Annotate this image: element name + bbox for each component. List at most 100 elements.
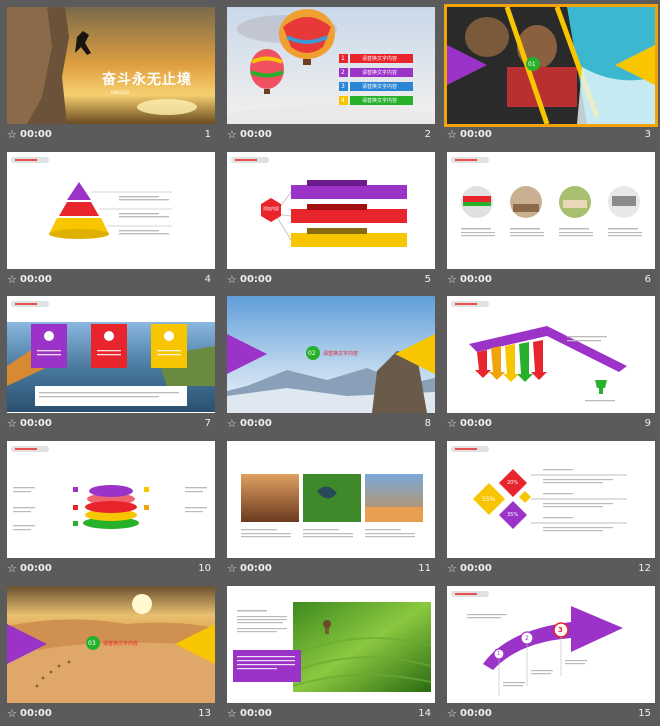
item-number: 1	[341, 55, 345, 62]
slide-preview[interactable]: 奋斗永无止境 ENDLESS	[7, 7, 215, 124]
star-icon[interactable]: ☆	[7, 561, 17, 577]
percent-label: 35%	[507, 512, 519, 518]
slide-thumbnail-12[interactable]: 20% 55% 35% ☆ 00:00 12	[447, 441, 655, 578]
percent-label: 55%	[482, 496, 496, 503]
slide-timing: 00:00	[460, 274, 492, 285]
slide-sorter-view: { "slides": [ {"number": "1", "time": "0…	[0, 0, 660, 726]
slide-preview[interactable]: 1 请替换文字内容 2 请替换文字内容 3 请替换文字内容 4 请替换文字内容	[227, 7, 435, 124]
slide-thumbnail-11[interactable]: ☆ 00:00 11	[227, 441, 435, 578]
hub-diagram	[261, 180, 407, 247]
slide-preview[interactable]: 02 请替换文字内容	[227, 296, 435, 413]
slide-thumbnail-14[interactable]: ☆ 00:00 14	[227, 586, 435, 723]
item-number: 2	[341, 69, 345, 76]
slide-preview[interactable]: 添加内容	[227, 152, 435, 269]
slide-timing: 00:00	[240, 129, 272, 140]
star-icon[interactable]: ☆	[7, 416, 17, 432]
slide-info-bar: ☆ 00:00 3	[447, 127, 655, 143]
slide-info-bar: ☆ 00:00 1	[7, 127, 215, 143]
slide-info-bar: ☆ 00:00 10	[7, 561, 215, 577]
slide-preview[interactable]: 03 请替换文字内容	[7, 586, 215, 703]
slide-info-bar: ☆ 00:00 7	[7, 416, 215, 432]
slide-thumbnail-6[interactable]: ☆ 00:00 6	[447, 152, 655, 289]
slide-timing: 00:00	[240, 274, 272, 285]
star-icon[interactable]: ☆	[227, 416, 237, 432]
step-number: 1	[497, 651, 501, 657]
section-title: 请替换文字内容	[323, 351, 359, 357]
slide-timing: 00:00	[240, 563, 272, 574]
slide-info-bar: ☆ 00:00 11	[227, 561, 435, 577]
slide-preview[interactable]: 01	[444, 4, 658, 127]
slide-number: 7	[204, 418, 211, 429]
slide-info-bar: ☆ 00:00 2	[227, 127, 435, 143]
slide-preview[interactable]: 20% 55% 35%	[447, 441, 655, 558]
star-icon[interactable]: ☆	[447, 272, 457, 288]
slide-number: 13	[198, 708, 211, 719]
step-number: 3	[558, 626, 563, 634]
slide-info-bar: ☆ 00:00 12	[447, 561, 655, 577]
slide-preview[interactable]	[227, 586, 435, 703]
slide-info-bar: ☆ 00:00 14	[227, 706, 435, 722]
slide-timing: 00:00	[20, 708, 52, 719]
star-icon[interactable]: ☆	[227, 706, 237, 722]
slide-number: 3	[644, 129, 651, 140]
star-icon[interactable]: ☆	[447, 561, 457, 577]
growth-arrow-diagram	[467, 606, 623, 696]
item-number: 4	[341, 97, 345, 104]
item-label: 请替换文字内容	[362, 98, 398, 104]
star-icon[interactable]: ☆	[7, 272, 17, 288]
hub-label: 添加内容	[263, 206, 279, 211]
balloons-image	[227, 7, 435, 124]
slide-thumbnail-5[interactable]: 添加内容 ☆ 00:00 5	[227, 152, 435, 289]
star-icon[interactable]: ☆	[7, 706, 17, 722]
star-icon[interactable]: ☆	[227, 561, 237, 577]
slide-preview[interactable]	[447, 296, 655, 413]
star-icon[interactable]: ☆	[7, 127, 17, 143]
step-number: 2	[525, 635, 529, 642]
slide-info-bar: ☆ 00:00 4	[7, 272, 215, 288]
three-photos-grid	[241, 474, 423, 538]
slide-info-bar: ☆ 00:00 9	[447, 416, 655, 432]
slide-timing: 00:00	[20, 129, 52, 140]
stacked-discs-diagram	[13, 485, 207, 531]
slide-preview[interactable]: 1 2 3	[447, 586, 655, 703]
slide-thumbnail-1[interactable]: 奋斗永无止境 ENDLESS ☆ 00:00 1	[7, 7, 215, 144]
slide-preview[interactable]	[227, 441, 435, 558]
slide-thumbnail-2[interactable]: 1 请替换文字内容 2 请替换文字内容 3 请替换文字内容 4 请替换文字内容 …	[227, 7, 435, 144]
slide-thumbnail-9[interactable]: ☆ 00:00 9	[447, 296, 655, 433]
slide-timing: 00:00	[460, 708, 492, 719]
slide-preview[interactable]	[447, 152, 655, 269]
rowing-team-image	[447, 7, 655, 124]
star-icon[interactable]: ☆	[227, 272, 237, 288]
slide-number: 9	[644, 418, 651, 429]
slide-number: 8	[424, 418, 431, 429]
star-icon[interactable]: ☆	[447, 416, 457, 432]
slide-thumbnail-4[interactable]: ☆ 00:00 4	[7, 152, 215, 289]
star-icon[interactable]: ☆	[447, 706, 457, 722]
item-label: 请替换文字内容	[362, 70, 398, 76]
slide-thumbnail-8[interactable]: 02 请替换文字内容 ☆ 00:00 8	[227, 296, 435, 433]
slide-thumbnail-10[interactable]: ☆ 00:00 10	[7, 441, 215, 578]
slide-thumbnail-3[interactable]: 01 ☆ 00:00 3	[444, 4, 658, 144]
slide-number: 5	[424, 274, 431, 285]
slide-number: 15	[638, 708, 651, 719]
slide-timing: 00:00	[20, 418, 52, 429]
section-title: 请替换文字内容	[103, 641, 139, 647]
arrows-diagram	[469, 326, 627, 402]
star-icon[interactable]: ☆	[447, 127, 457, 143]
slide-number: 1	[204, 129, 211, 140]
slide-thumbnail-15[interactable]: 1 2 3 ☆ 00:00 15	[447, 586, 655, 723]
slide-subtitle: ENDLESS	[111, 90, 130, 95]
slide-timing: 00:00	[20, 274, 52, 285]
slide-number: 6	[644, 274, 651, 285]
section-number: 01	[528, 61, 536, 68]
slide-info-bar: ☆ 00:00 5	[227, 272, 435, 288]
slide-preview[interactable]	[7, 152, 215, 269]
slide-thumbnail-7[interactable]: ☆ 00:00 7	[7, 296, 215, 433]
slide-preview[interactable]	[7, 296, 215, 413]
star-icon[interactable]: ☆	[227, 127, 237, 143]
slide-info-bar: ☆ 00:00 13	[7, 706, 215, 722]
slide-timing: 00:00	[460, 563, 492, 574]
slide-thumbnail-13[interactable]: 03 请替换文字内容 ☆ 00:00 13	[7, 586, 215, 723]
slide-preview[interactable]	[7, 441, 215, 558]
slide-number: 4	[204, 274, 211, 285]
